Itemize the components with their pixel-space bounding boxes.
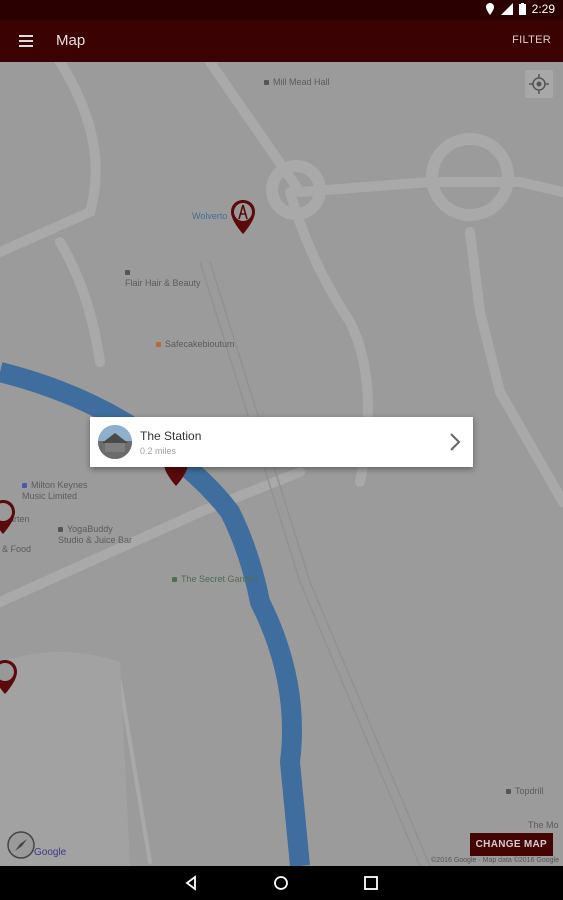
chevron-right-icon[interactable] — [449, 432, 461, 452]
menu-icon[interactable] — [14, 30, 38, 52]
map-pin[interactable] — [0, 500, 16, 534]
map-pin[interactable] — [230, 200, 256, 234]
back-icon[interactable] — [182, 874, 200, 892]
place-card[interactable]: The Station 0.2 miles — [90, 417, 473, 467]
compass-icon[interactable] — [6, 830, 36, 860]
poi-safecake[interactable]: Safecakebioutum — [156, 339, 235, 350]
home-icon[interactable] — [272, 874, 290, 892]
status-bar: 2:29 — [0, 0, 563, 20]
signal-icon — [500, 3, 513, 15]
location-status-icon — [485, 3, 494, 15]
map-pin[interactable] — [0, 660, 18, 694]
change-map-button[interactable]: CHANGE MAP — [469, 833, 553, 856]
poi-food[interactable]: & Food — [2, 544, 31, 555]
poi-wolverton[interactable]: Wolverto — [192, 211, 227, 222]
app-bar: Map FILTER — [0, 20, 563, 62]
poi-mill-mead-hall[interactable]: Mill Mead Hall — [264, 77, 330, 88]
poi-secret-garden[interactable]: The Secret Garden — [172, 574, 258, 585]
battery-icon — [518, 3, 526, 15]
place-distance: 0.2 miles — [140, 446, 177, 456]
system-nav-bar — [0, 866, 563, 900]
poi-topdrill[interactable]: Topdrill — [506, 786, 544, 797]
my-location-icon[interactable] — [525, 70, 553, 98]
map-attribution: ©2016 Google · Map data ©2016 Google — [431, 857, 559, 864]
place-name: The Station — [140, 429, 202, 443]
place-thumbnail — [98, 425, 132, 459]
poi-the-mo[interactable]: The Mo — [528, 820, 559, 831]
poi-flair-hair[interactable]: Flair Hair & Beauty — [125, 267, 201, 289]
poi-milton-keynes-music[interactable]: Milton Keynes Music Limited — [22, 480, 88, 502]
poi-yogabuddy[interactable]: YogaBuddy Studio & Juice Bar — [58, 524, 132, 546]
google-logo: Google — [34, 847, 67, 858]
page-title: Map — [56, 32, 86, 49]
recents-icon[interactable] — [362, 874, 380, 892]
clock: 2:29 — [531, 2, 555, 16]
filter-button[interactable]: FILTER — [512, 34, 551, 46]
